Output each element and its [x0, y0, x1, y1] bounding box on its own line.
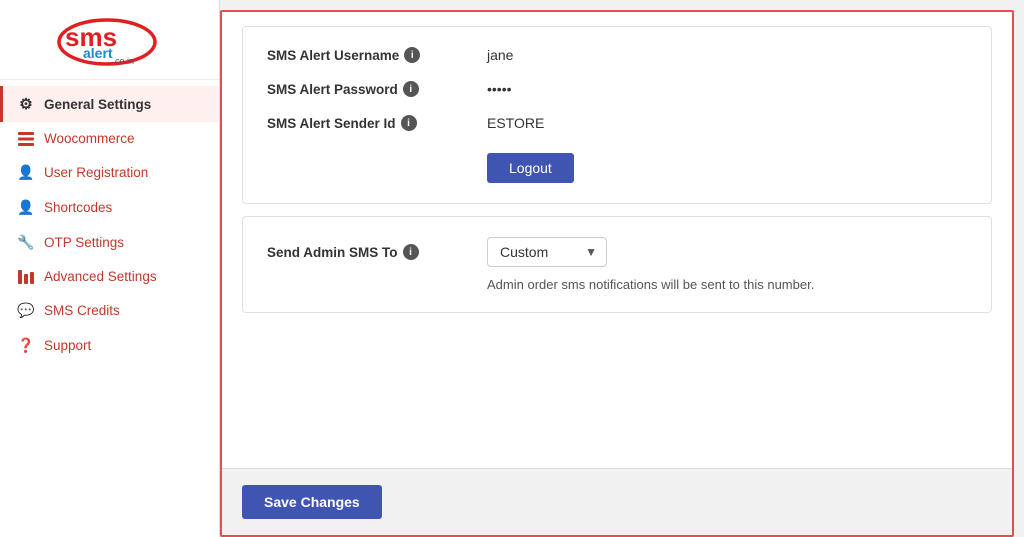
- sidebar-item-otp-settings[interactable]: 🔧 OTP Settings: [0, 225, 219, 260]
- sidebar-item-label: User Registration: [44, 165, 148, 180]
- save-changes-button[interactable]: Save Changes: [242, 485, 382, 519]
- username-row: SMS Alert Username i jane: [267, 47, 967, 63]
- sender-id-info-icon[interactable]: i: [401, 115, 417, 131]
- gear-icon: ⚙: [17, 95, 35, 113]
- logo-area: sms alert co.in: [0, 0, 219, 80]
- sidebar-item-support[interactable]: ❓ Support: [0, 328, 219, 363]
- sidebar-item-label: Shortcodes: [44, 200, 112, 215]
- sidebar-item-label: Support: [44, 338, 91, 353]
- password-info-icon[interactable]: i: [403, 81, 419, 97]
- sidebar-item-label: Woocommerce: [44, 131, 135, 146]
- sidebar-item-label: General Settings: [44, 97, 151, 112]
- sender-id-value: ESTORE: [487, 115, 544, 131]
- login-info-card: SMS Alert Username i jane SMS Alert Pass…: [242, 26, 992, 204]
- main-content: SMS Alert Username i jane SMS Alert Pass…: [220, 0, 1024, 537]
- sender-id-label: SMS Alert Sender Id i: [267, 115, 487, 131]
- nav-menu: ⚙ General Settings Woocommerce 👤 User Re…: [0, 80, 219, 537]
- footer-area: Save Changes: [222, 468, 1012, 535]
- user-icon: 👤: [17, 164, 35, 181]
- sidebar-item-sms-credits[interactable]: 💬 SMS Credits: [0, 293, 219, 328]
- custom-select-wrapper: Custom Admin Other ▼: [487, 237, 607, 267]
- password-value: •••••: [487, 81, 512, 97]
- send-admin-label: Send Admin SMS To i: [267, 244, 487, 260]
- svg-text:co.in: co.in: [115, 56, 134, 66]
- content-area: SMS Alert Username i jane SMS Alert Pass…: [222, 12, 1012, 468]
- sidebar-item-woocommerce[interactable]: Woocommerce: [0, 122, 219, 155]
- admin-sms-card: Send Admin SMS To i Custom Admin Other ▼…: [242, 216, 992, 313]
- shortcode-icon: 👤: [17, 199, 35, 216]
- sidebar-item-label: Advanced Settings: [44, 269, 157, 284]
- logout-row: Logout: [267, 149, 967, 183]
- password-row: SMS Alert Password i •••••: [267, 81, 967, 97]
- admin-note: Admin order sms notifications will be se…: [487, 277, 967, 292]
- svg-text:alert: alert: [83, 45, 113, 61]
- username-info-icon[interactable]: i: [404, 47, 420, 63]
- list-icon: [17, 132, 35, 146]
- question-icon: ❓: [17, 337, 35, 354]
- send-admin-select[interactable]: Custom Admin Other: [487, 237, 607, 267]
- sidebar-item-label: OTP Settings: [44, 235, 124, 250]
- sidebar-item-label: SMS Credits: [44, 303, 120, 318]
- sidebar-item-user-registration[interactable]: 👤 User Registration: [0, 155, 219, 190]
- username-value: jane: [487, 47, 513, 63]
- sidebar-item-advanced-settings[interactable]: Advanced Settings: [0, 260, 219, 293]
- username-label: SMS Alert Username i: [267, 47, 487, 63]
- advanced-icon: [17, 270, 35, 284]
- sidebar-item-shortcodes[interactable]: 👤 Shortcodes: [0, 190, 219, 225]
- sidebar: sms alert co.in ⚙ General Settings Wooco…: [0, 0, 220, 537]
- sender-id-row: SMS Alert Sender Id i ESTORE: [267, 115, 967, 131]
- main-frame: SMS Alert Username i jane SMS Alert Pass…: [220, 10, 1014, 537]
- chat-icon: 💬: [17, 302, 35, 319]
- password-label: SMS Alert Password i: [267, 81, 487, 97]
- send-admin-row: Send Admin SMS To i Custom Admin Other ▼: [267, 237, 967, 267]
- wrench-icon: 🔧: [17, 234, 35, 251]
- logout-button[interactable]: Logout: [487, 153, 574, 183]
- admin-sms-info-icon[interactable]: i: [403, 244, 419, 260]
- sms-alert-logo: sms alert co.in: [55, 14, 165, 69]
- sidebar-item-general-settings[interactable]: ⚙ General Settings: [0, 86, 219, 122]
